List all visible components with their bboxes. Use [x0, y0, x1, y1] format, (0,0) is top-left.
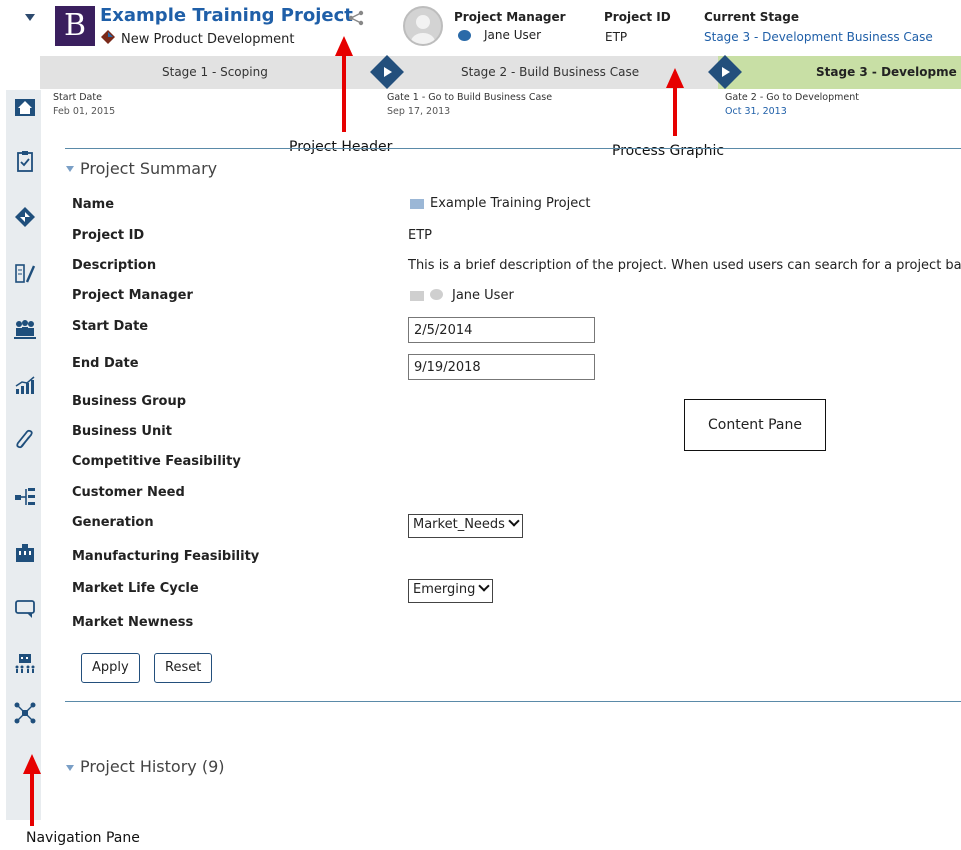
- paperclip-icon[interactable]: [14, 428, 36, 450]
- clipboard-check-icon[interactable]: [14, 150, 36, 172]
- process-diamond-icon: [101, 30, 115, 44]
- navigation-pane-arrowhead: [23, 754, 41, 774]
- competitive-feasibility-label: Competitive Feasibility: [72, 454, 241, 469]
- business-group-label: Business Group: [72, 394, 187, 409]
- project-id-label: Project ID: [604, 10, 671, 24]
- project-header-arrow: [342, 54, 346, 132]
- hierarchy-icon[interactable]: [14, 486, 36, 508]
- project-id-field-value: ETP: [408, 228, 432, 243]
- gate-2-label[interactable]: Gate 2 - Go to Development: [725, 92, 859, 103]
- project-logo: B: [55, 6, 95, 46]
- chat-icon[interactable]: [430, 289, 443, 300]
- current-stage-label: Current Stage: [704, 10, 799, 24]
- stage-3-label[interactable]: Stage 3 - Developme: [816, 65, 957, 79]
- project-manager-label: Project Manager: [454, 10, 566, 24]
- reset-button[interactable]: Reset: [154, 653, 213, 683]
- description-value: This is a brief description of the proje…: [408, 258, 961, 273]
- market-life-cycle-select[interactable]: Emerging: [408, 579, 494, 603]
- email-icon[interactable]: [410, 291, 424, 301]
- start-date-field-label: Start Date: [72, 319, 149, 334]
- market-life-cycle-label: Market Life Cycle: [72, 581, 199, 596]
- network-icon[interactable]: [14, 702, 36, 724]
- name-label: Name: [72, 197, 115, 212]
- comment-icon[interactable]: [14, 598, 36, 620]
- process-name: New Product Development: [121, 32, 295, 47]
- apply-button[interactable]: Apply: [81, 653, 140, 683]
- navigation-pane-annotation: Navigation Pane: [26, 830, 140, 846]
- share-icon[interactable]: [347, 10, 365, 26]
- process-graphic-arrowhead: [666, 68, 684, 88]
- summary-bottom-divider: [65, 701, 961, 702]
- expand-history-icon[interactable]: [66, 765, 74, 771]
- project-manager-field-label: Project Manager: [72, 288, 193, 303]
- process-graphic-arrow: [673, 86, 677, 136]
- gate-2-play-icon: [722, 67, 730, 77]
- generation-select[interactable]: Market_Needs: [408, 514, 523, 538]
- business-unit-label: Business Unit: [72, 424, 172, 439]
- process-graphic-annotation: Process Graphic: [612, 143, 725, 159]
- home-icon[interactable]: [14, 96, 36, 118]
- gate-2-date[interactable]: Oct 31, 2013: [725, 106, 787, 117]
- project-title[interactable]: Example Training Project: [100, 5, 353, 26]
- project-id-field-label: Project ID: [72, 228, 145, 243]
- start-date-label: Start Date: [53, 92, 102, 103]
- generation-label: Generation: [72, 515, 154, 530]
- user-silhouette-icon: [411, 15, 435, 44]
- name-value: Example Training Project: [430, 196, 591, 211]
- current-stage-link[interactable]: Stage 3 - Development Business Case: [704, 30, 933, 44]
- collapse-header-icon[interactable]: [25, 14, 35, 21]
- chevron-down-icon: [478, 580, 491, 592]
- summary-top-divider: [65, 148, 961, 149]
- gate-diamond-icon[interactable]: [14, 206, 36, 228]
- gate-1-play-icon: [384, 67, 392, 77]
- market-life-cycle-selected-value: Emerging: [413, 582, 476, 597]
- end-date-input[interactable]: [408, 354, 595, 380]
- stage-1-label[interactable]: Stage 1 - Scoping: [162, 65, 268, 79]
- project-id-value: ETP: [605, 30, 628, 44]
- stage-2-label[interactable]: Stage 2 - Build Business Case: [461, 65, 639, 79]
- project-header-arrowhead: [335, 36, 353, 56]
- building-icon[interactable]: [14, 542, 36, 564]
- gate-1-label[interactable]: Gate 1 - Go to Build Business Case: [387, 92, 552, 103]
- chevron-down-icon: [508, 515, 520, 527]
- chat-icon[interactable]: [458, 30, 471, 41]
- calendar-people-icon[interactable]: [14, 652, 36, 674]
- project-manager-value[interactable]: Jane User: [484, 28, 541, 42]
- avatar[interactable]: [403, 6, 443, 46]
- team-icon[interactable]: [14, 318, 36, 340]
- collapse-summary-icon[interactable]: [66, 166, 74, 172]
- gate-1-date: Sep 17, 2013: [387, 106, 451, 117]
- generation-selected-value: Market_Needs: [413, 517, 505, 532]
- project-header-annotation: Project Header: [289, 139, 393, 155]
- edit-list-icon[interactable]: [14, 262, 36, 284]
- manufacturing-feasibility-label: Manufacturing Feasibility: [72, 549, 260, 564]
- project-manager-field-value[interactable]: Jane User: [452, 288, 514, 303]
- market-newness-label: Market Newness: [72, 615, 194, 630]
- content-pane-annotation: Content Pane: [684, 399, 826, 451]
- chart-icon[interactable]: [14, 374, 36, 396]
- email-icon[interactable]: [410, 199, 424, 209]
- end-date-field-label: End Date: [72, 356, 139, 371]
- navigation-pane-arrow: [30, 772, 34, 826]
- start-date-input[interactable]: [408, 317, 595, 343]
- project-history-heading[interactable]: Project History (9): [80, 757, 225, 776]
- description-label: Description: [72, 258, 157, 273]
- customer-need-label: Customer Need: [72, 485, 185, 500]
- project-summary-heading[interactable]: Project Summary: [80, 159, 217, 178]
- start-date-value: Feb 01, 2015: [53, 106, 116, 117]
